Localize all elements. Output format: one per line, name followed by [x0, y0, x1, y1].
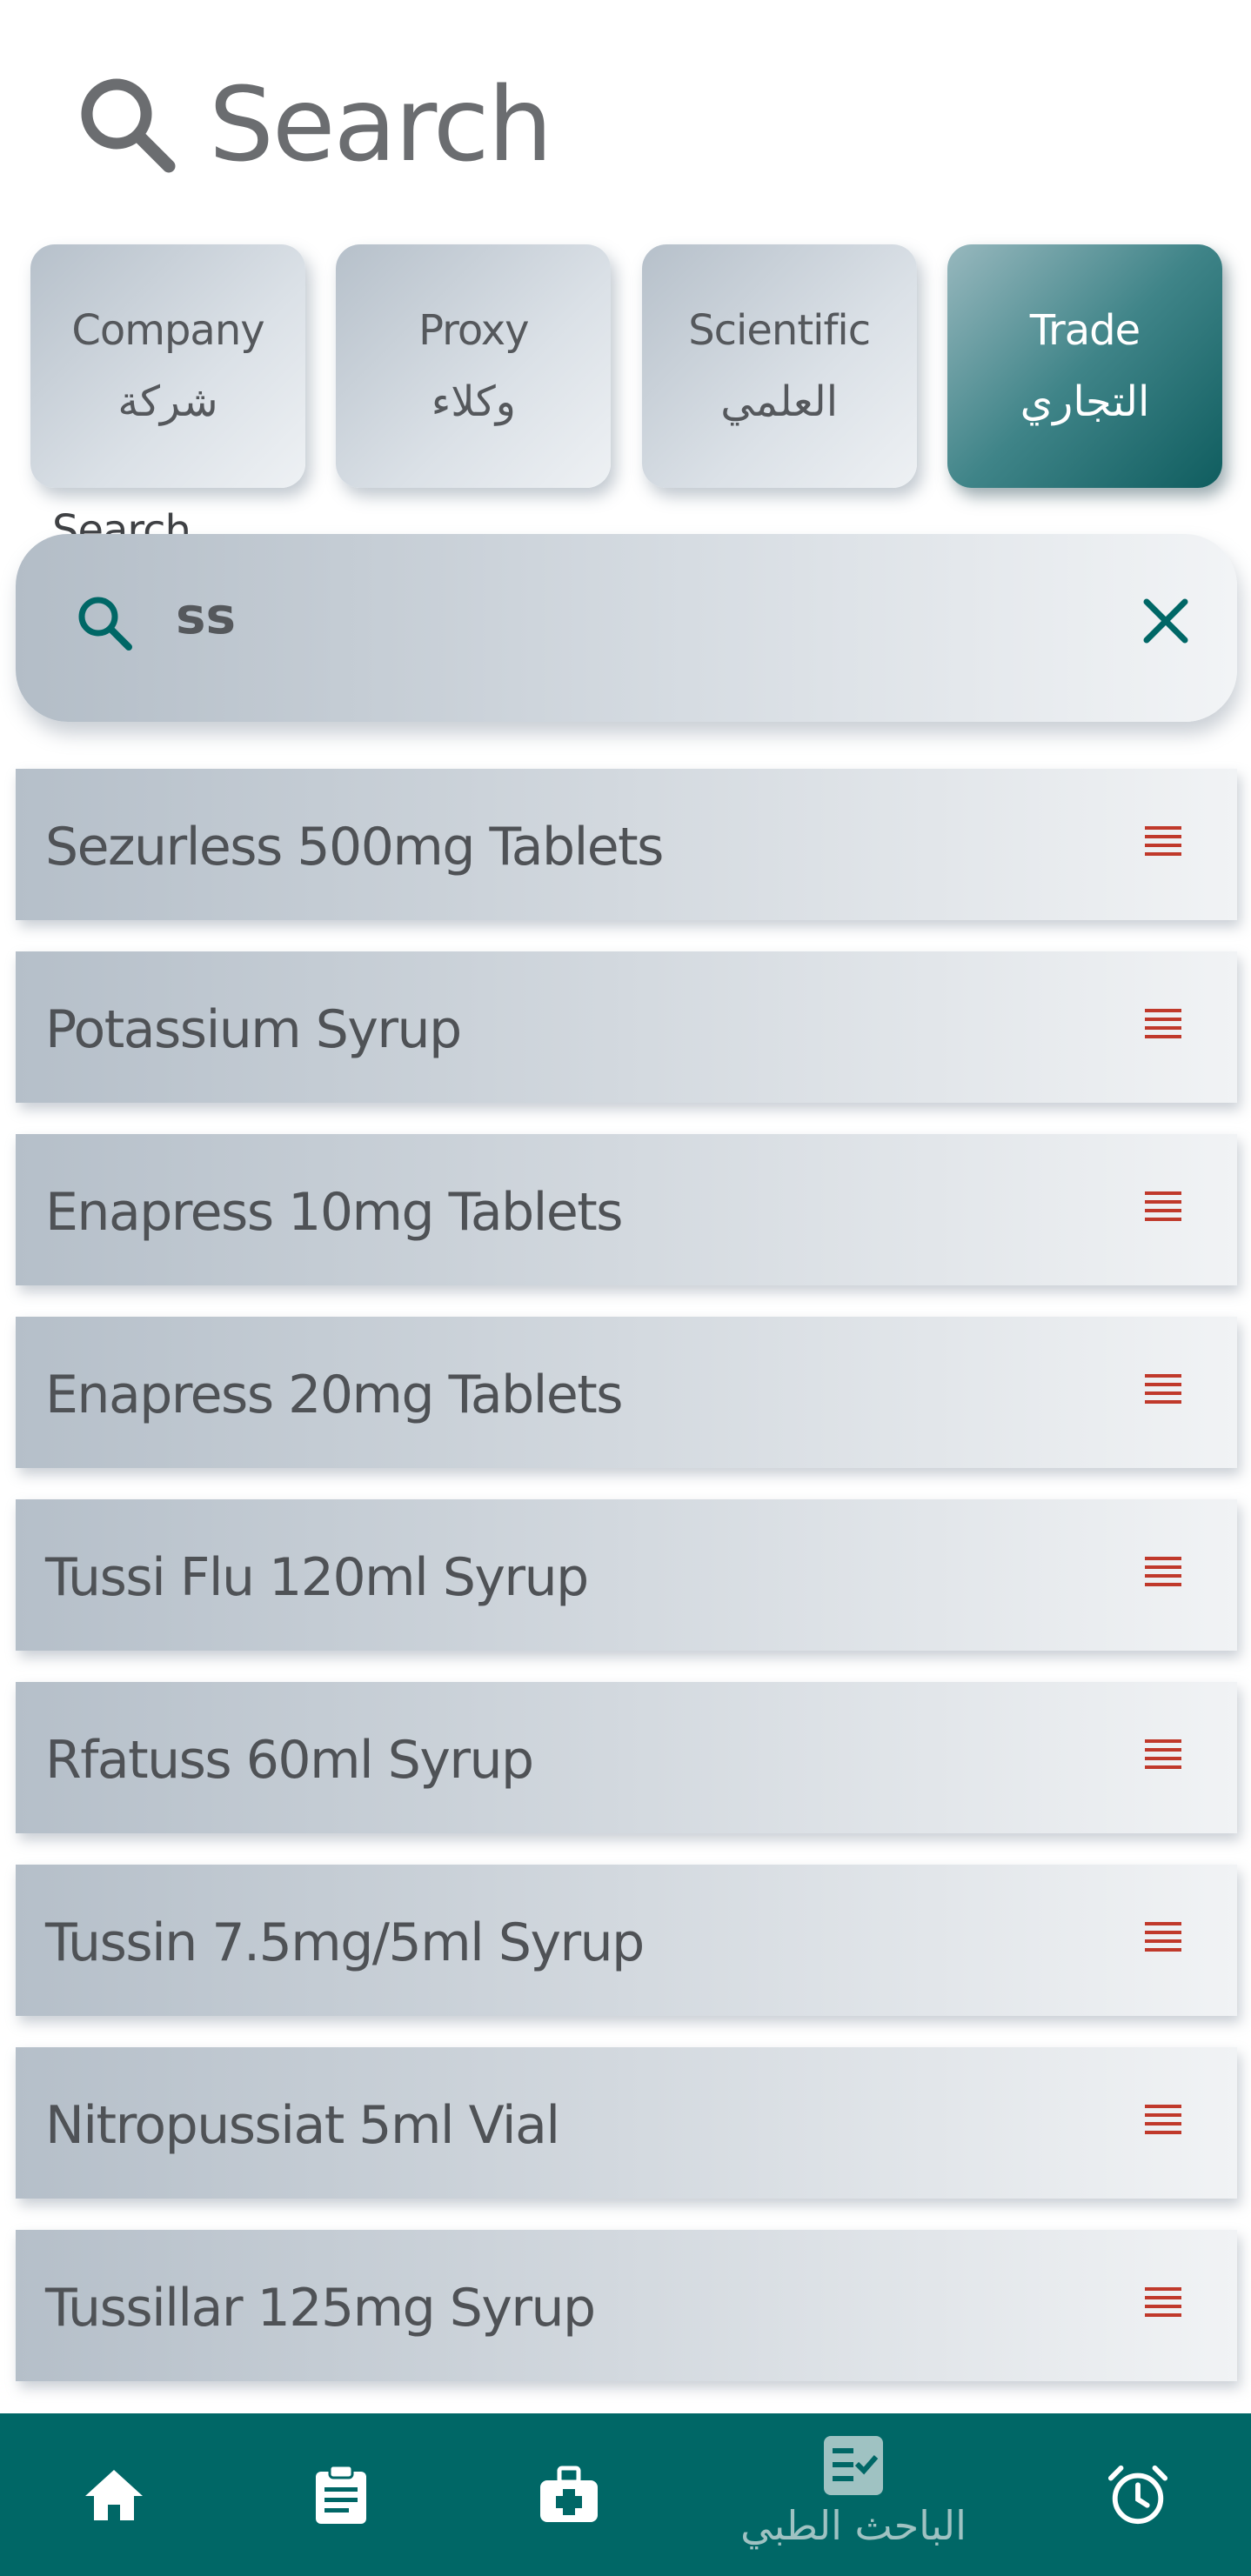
tab-label-en: Company — [71, 306, 264, 355]
list-item[interactable]: Tussi Flu 120ml Syrup — [16, 1499, 1237, 1651]
list-item[interactable]: Tussillar 125mg Syrup — [16, 2230, 1237, 2381]
tab-label-en: Trade — [1029, 306, 1141, 355]
search-icon — [81, 78, 176, 173]
nav-alarm[interactable] — [1105, 2413, 1171, 2576]
page-header: Search — [73, 64, 552, 184]
list-item[interactable]: Rfatuss 60ml Syrup — [16, 1682, 1237, 1833]
menu-icon[interactable] — [1145, 826, 1181, 856]
search-type-tabs: Company شركة Proxy وكلاء Scientific العل… — [30, 244, 1222, 488]
menu-icon[interactable] — [1145, 1739, 1181, 1769]
menu-icon[interactable] — [1145, 1374, 1181, 1404]
page-title: Search — [209, 64, 552, 184]
menu-icon[interactable] — [1145, 1922, 1181, 1952]
list-item-label: Tussin 7.5mg/5ml Syrup — [45, 1912, 645, 1973]
medical-kit-icon — [540, 2466, 598, 2522]
nav-medical-kit[interactable] — [537, 2413, 601, 2576]
tab-proxy[interactable]: Proxy وكلاء — [336, 244, 612, 488]
nav-active-label: الباحث الطبي — [740, 2501, 967, 2549]
menu-icon[interactable] — [1145, 1191, 1181, 1221]
list-item[interactable]: Nitropussiat 5ml Vial — [16, 2047, 1237, 2199]
list-item-label: Tussi Flu 120ml Syrup — [45, 1546, 589, 1608]
nav-medical-researcher[interactable]: الباحث الطبي — [740, 2413, 967, 2576]
search-input-value[interactable]: ss — [176, 586, 236, 645]
tab-label-en: Scientific — [688, 306, 871, 355]
list-item[interactable]: Sezurless 500mg Tablets — [16, 769, 1237, 920]
tab-label-ar: التجاري — [1020, 377, 1150, 426]
list-item-label: Sezurless 500mg Tablets — [45, 816, 664, 878]
nav-home[interactable] — [82, 2413, 146, 2576]
list-item[interactable]: Enapress 10mg Tablets — [16, 1134, 1237, 1285]
menu-icon[interactable] — [1145, 2287, 1181, 2317]
tab-scientific[interactable]: Scientific العلمي — [641, 244, 917, 488]
clipboard-icon — [316, 2464, 366, 2524]
list-item-label: Enapress 10mg Tablets — [45, 1181, 624, 1243]
list-item[interactable]: Enapress 20mg Tablets — [16, 1317, 1237, 1468]
search-input[interactable]: ss — [16, 534, 1237, 722]
menu-icon[interactable] — [1145, 2105, 1181, 2134]
menu-icon[interactable] — [1145, 1557, 1181, 1586]
list-item-label: Rfatuss 60ml Syrup — [45, 1729, 534, 1791]
checklist-icon — [824, 2435, 883, 2495]
tab-trade[interactable]: Trade التجاري — [947, 244, 1222, 488]
close-icon[interactable] — [1134, 590, 1197, 652]
list-item-label: Enapress 20mg Tablets — [45, 1364, 624, 1425]
home-icon — [85, 2469, 143, 2520]
list-item-label: Tussillar 125mg Syrup — [45, 2277, 596, 2339]
tab-label-ar: شركة — [117, 377, 218, 426]
search-icon — [78, 597, 132, 651]
menu-icon[interactable] — [1145, 1009, 1181, 1038]
nav-clipboard[interactable] — [309, 2413, 373, 2576]
tab-company[interactable]: Company شركة — [30, 244, 305, 488]
alarm-clock-icon — [1107, 2465, 1168, 2524]
tab-label-ar: العلمي — [720, 377, 839, 426]
results-list: Sezurless 500mg Tablets Potassium Syrup … — [16, 769, 1237, 2412]
tab-label-ar: وكلاء — [431, 377, 516, 426]
tab-label-en: Proxy — [418, 306, 529, 355]
bottom-nav: الباحث الطبي — [0, 2413, 1251, 2576]
list-item-label: Nitropussiat 5ml Vial — [45, 2094, 560, 2156]
list-item[interactable]: Tussin 7.5mg/5ml Syrup — [16, 1865, 1237, 2016]
list-item[interactable]: Potassium Syrup — [16, 951, 1237, 1103]
list-item-label: Potassium Syrup — [45, 998, 462, 1060]
